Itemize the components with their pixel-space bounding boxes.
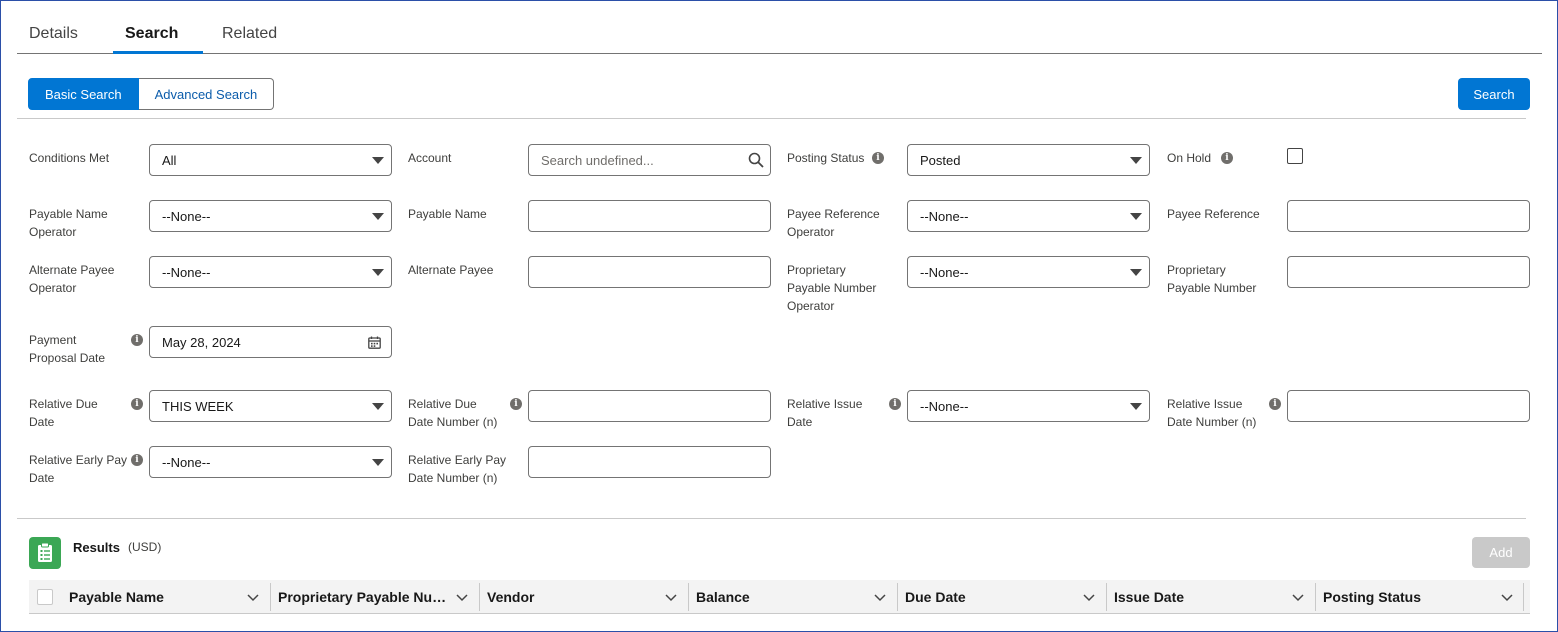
info-icon: i: [131, 334, 143, 346]
payable-name-operator-label: Payable Name Operator: [29, 207, 108, 239]
posting-status-select[interactable]: Posted: [907, 144, 1150, 176]
advanced-search-button[interactable]: Advanced Search: [138, 78, 275, 110]
clipboard-icon: [38, 542, 52, 562]
conditions-met-label: Conditions Met: [29, 151, 110, 165]
search-icon: [748, 152, 764, 168]
tab-search[interactable]: Search: [125, 25, 178, 43]
proprietary-payable-number-input[interactable]: [1287, 256, 1530, 288]
relative-early-pay-date-label: Relative Early Pay Date: [29, 453, 128, 485]
proprietary-payable-number-operator-label: Proprietary Payable Number Operator: [787, 263, 877, 313]
active-tab-indicator: [113, 51, 203, 54]
search-mode-toggle: Basic Search Advanced Search: [28, 78, 275, 110]
search-button[interactable]: Search: [1458, 78, 1530, 110]
payable-name-operator-select[interactable]: --None--: [149, 200, 392, 232]
results-currency: (USD): [128, 540, 162, 554]
payee-reference-operator-label: Payee Reference Operator: [787, 207, 880, 239]
column-balance[interactable]: Balance: [688, 580, 897, 614]
search-panel: Details Search Related Basic Search Adva…: [0, 0, 1558, 632]
payable-name-input[interactable]: [528, 200, 771, 232]
chevron-down-icon[interactable]: [1291, 590, 1305, 604]
alternate-payee-input[interactable]: [528, 256, 771, 288]
on-hold-checkbox[interactable]: [1287, 148, 1303, 164]
payee-reference-operator-select[interactable]: --None--: [907, 200, 1150, 232]
results-title: Results: [73, 540, 120, 555]
payment-proposal-date-input[interactable]: May 28, 2024: [149, 326, 392, 358]
info-icon: i: [131, 398, 143, 410]
relative-issue-date-label: Relative Issue Date: [787, 397, 863, 429]
select-all-checkbox[interactable]: [37, 589, 53, 605]
caret-down-icon: [372, 213, 384, 220]
caret-down-icon: [372, 459, 384, 466]
account-label: Account: [408, 151, 452, 165]
caret-down-icon: [372, 403, 384, 410]
alternate-payee-operator-label: Alternate Payee Operator: [29, 263, 115, 295]
relative-issue-date-select[interactable]: --None--: [907, 390, 1150, 422]
relative-issue-date-number-label: Relative Issue Date Number (n): [1167, 397, 1257, 429]
posting-status-label: Posting Status: [787, 151, 865, 165]
proprietary-payable-number-operator-select[interactable]: --None--: [907, 256, 1150, 288]
caret-down-icon: [1130, 403, 1142, 410]
caret-down-icon: [372, 269, 384, 276]
caret-down-icon: [372, 157, 384, 164]
on-hold-label: On Hold: [1167, 151, 1212, 165]
payee-reference-label: Payee Reference: [1167, 207, 1260, 221]
chevron-down-icon[interactable]: [1500, 590, 1514, 604]
relative-due-date-select[interactable]: THIS WEEK: [149, 390, 392, 422]
proprietary-payable-number-label: Proprietary Payable Number: [1167, 263, 1257, 295]
divider: [17, 118, 1526, 119]
info-icon: i: [1221, 152, 1233, 164]
payment-proposal-date-label: Payment Proposal Date: [29, 333, 106, 365]
alternate-payee-label: Alternate Payee: [408, 263, 494, 277]
divider: [17, 518, 1526, 519]
alternate-payee-operator-select[interactable]: --None--: [149, 256, 392, 288]
column-posting-status[interactable]: Posting Status: [1315, 580, 1524, 614]
column-proprietary-payable-number[interactable]: Proprietary Payable Num...: [270, 580, 479, 614]
chevron-down-icon[interactable]: [246, 590, 260, 604]
column-payable-name[interactable]: Payable Name: [61, 580, 270, 614]
relative-due-date-number-label: Relative Due Date Number (n): [408, 397, 498, 429]
account-search-input[interactable]: Search undefined...: [528, 144, 771, 176]
chevron-down-icon[interactable]: [873, 590, 887, 604]
info-icon: i: [1269, 398, 1281, 410]
relative-due-date-label: Relative Due Date: [29, 397, 98, 429]
tab-bar: Details Search Related: [17, 15, 1542, 54]
info-icon: i: [872, 152, 884, 164]
payee-reference-input[interactable]: [1287, 200, 1530, 232]
chevron-down-icon[interactable]: [664, 590, 678, 604]
results-table-header: Payable Name Proprietary Payable Num... …: [29, 580, 1530, 614]
column-vendor[interactable]: Vendor: [479, 580, 688, 614]
relative-early-pay-date-number-label: Relative Early Pay Date Number (n): [408, 453, 507, 485]
tab-details[interactable]: Details: [29, 25, 78, 43]
info-icon: i: [889, 398, 901, 410]
relative-early-pay-date-select[interactable]: --None--: [149, 446, 392, 478]
info-icon: i: [510, 398, 522, 410]
add-button[interactable]: Add: [1472, 537, 1530, 568]
caret-down-icon: [1130, 157, 1142, 164]
conditions-met-select[interactable]: All: [149, 144, 392, 176]
info-icon: i: [131, 454, 143, 466]
column-due-date[interactable]: Due Date: [897, 580, 1106, 614]
chevron-down-icon[interactable]: [455, 590, 469, 604]
column-divider[interactable]: [1523, 583, 1524, 611]
chevron-down-icon[interactable]: [1082, 590, 1096, 604]
tab-related[interactable]: Related: [222, 25, 277, 43]
payable-name-label: Payable Name: [408, 207, 487, 221]
caret-down-icon: [1130, 213, 1142, 220]
relative-issue-date-number-input[interactable]: [1287, 390, 1530, 422]
results-icon: [29, 537, 61, 569]
relative-due-date-number-input[interactable]: [528, 390, 771, 422]
basic-search-button[interactable]: Basic Search: [28, 78, 139, 110]
calendar-icon: [368, 336, 381, 349]
relative-early-pay-date-number-input[interactable]: [528, 446, 771, 478]
column-issue-date[interactable]: Issue Date: [1106, 580, 1315, 614]
caret-down-icon: [1130, 269, 1142, 276]
